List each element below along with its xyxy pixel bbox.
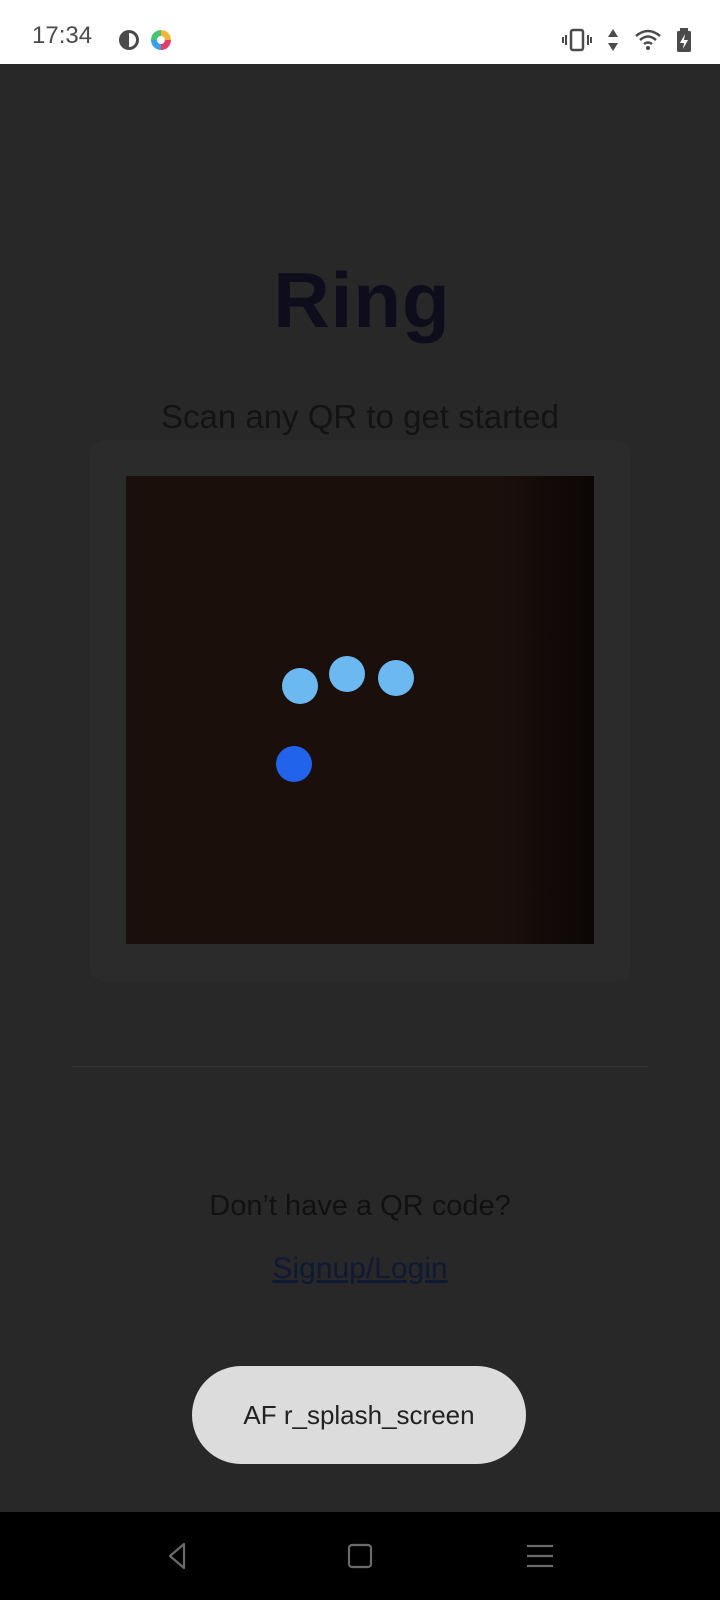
circle-app-icon <box>119 30 139 50</box>
loading-dot-4 <box>276 746 312 782</box>
no-qr-prompt: Don’t have a QR code? <box>209 1190 511 1222</box>
battery-charging-icon <box>677 28 691 52</box>
loading-dot-1 <box>282 668 318 704</box>
navigation-bar <box>0 1512 720 1600</box>
home-icon[interactable] <box>342 1538 378 1574</box>
toast-message: AF r_splash_screen <box>192 1366 526 1464</box>
scan-title: Scan any QR to get started <box>160 398 560 435</box>
svg-text:Ring: Ring <box>273 265 450 344</box>
loading-dot-3 <box>378 660 414 696</box>
camera-view[interactable] <box>126 476 594 944</box>
status-icons <box>562 27 692 53</box>
toast-text: AF r_splash_screen <box>243 1399 475 1430</box>
back-icon[interactable] <box>160 1538 196 1574</box>
colorful-app-icon <box>151 30 171 50</box>
status-time: 17:34 <box>32 22 93 49</box>
ring-logo: Ring <box>273 265 450 344</box>
signup-login-link[interactable]: Signup/Login <box>0 1252 720 1286</box>
recents-icon[interactable] <box>522 1538 558 1574</box>
data-arrows-icon <box>608 29 618 51</box>
status-bar: 17:34 <box>0 0 720 64</box>
divider <box>72 1066 648 1067</box>
loading-dot-2 <box>329 656 365 692</box>
wifi-icon <box>635 29 661 50</box>
vibrate-icon <box>562 28 592 52</box>
